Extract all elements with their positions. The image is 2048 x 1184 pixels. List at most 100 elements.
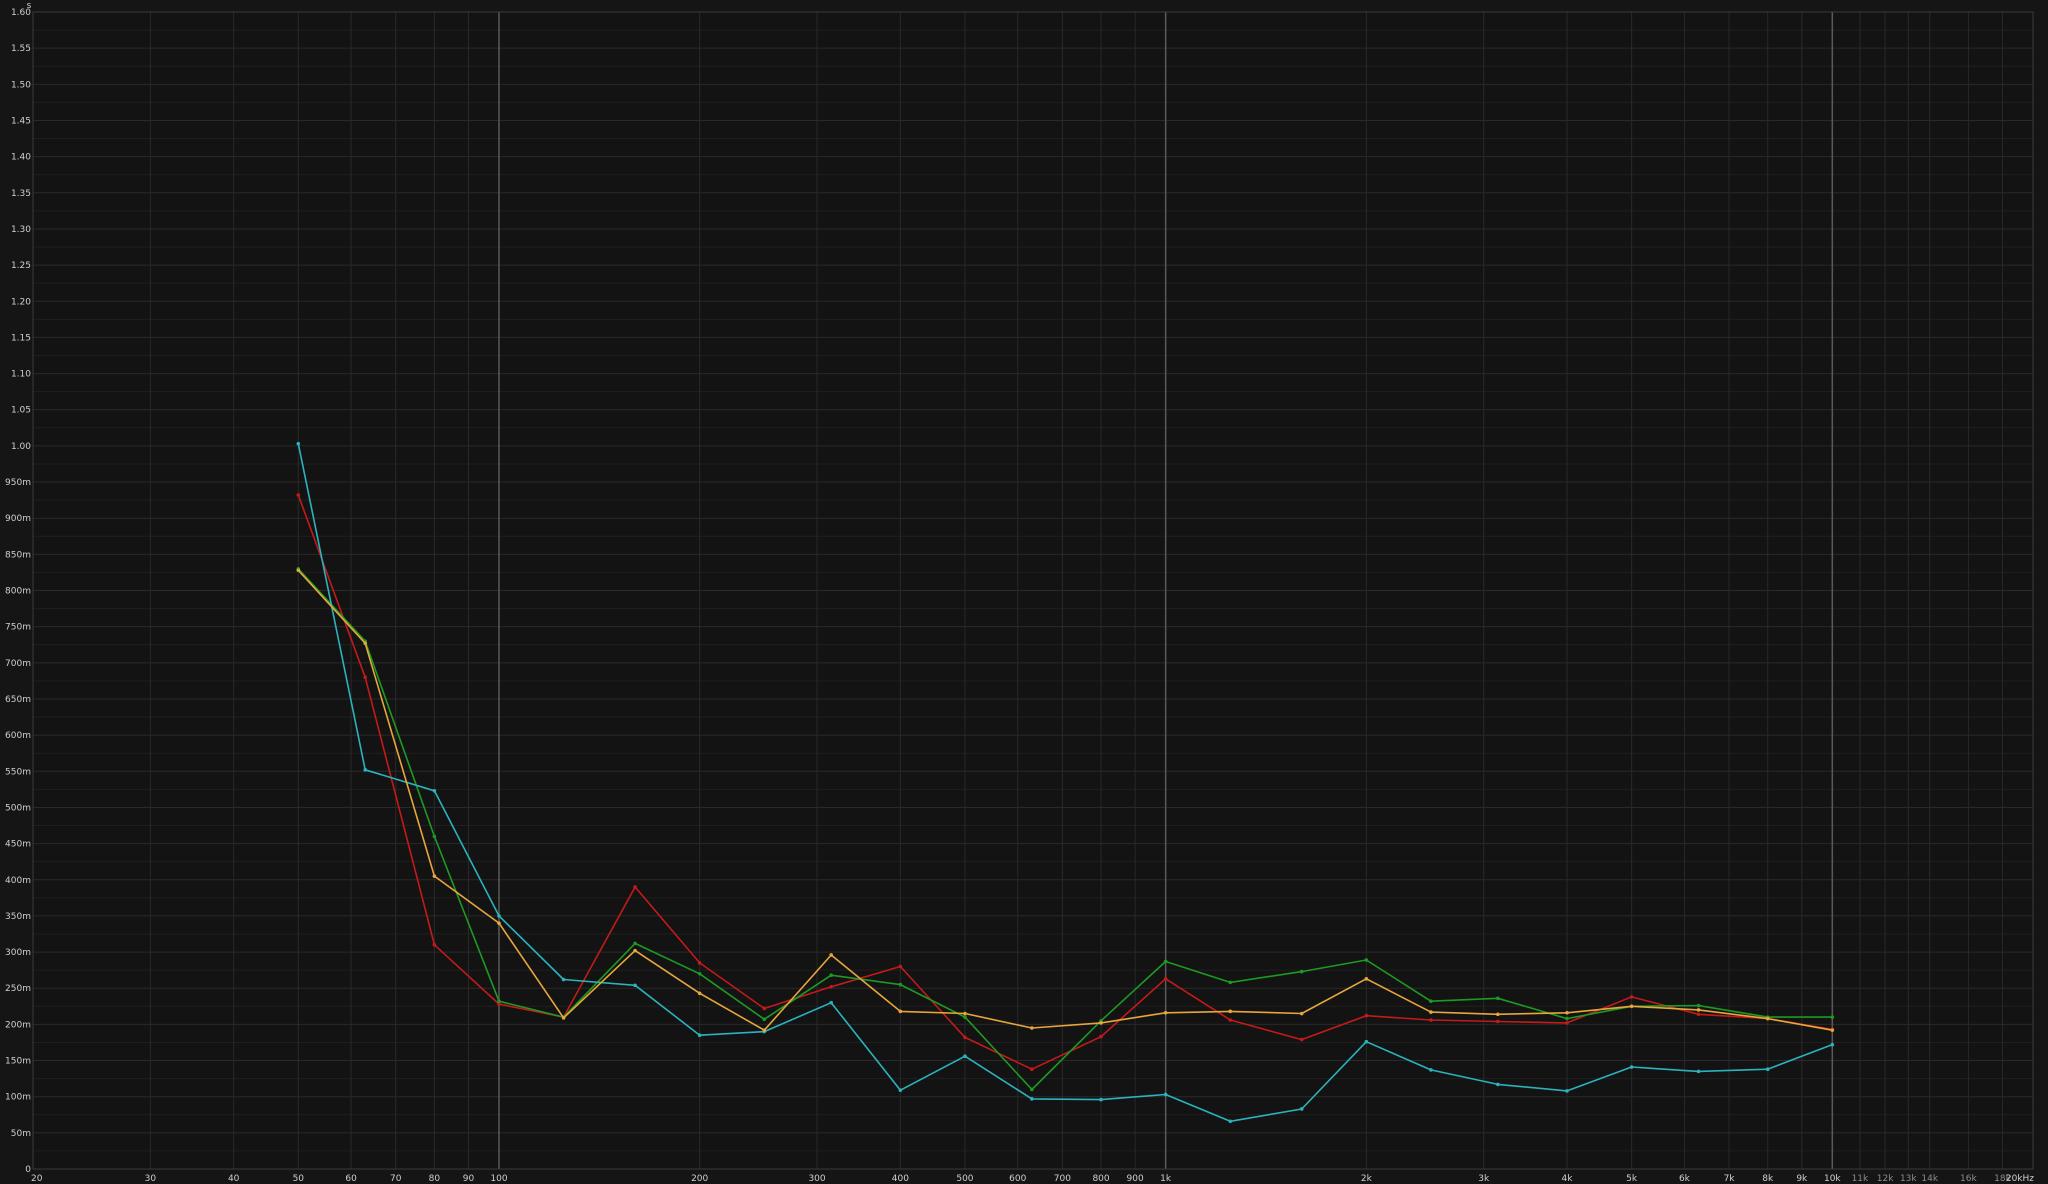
data-point-1 <box>1228 1018 1233 1022</box>
x-tick-label: 7k <box>1724 1174 1736 1184</box>
data-point-1 <box>697 961 702 965</box>
data-point-4 <box>432 874 437 878</box>
x-tick-label: 40 <box>228 1174 240 1184</box>
data-point-4 <box>296 568 301 573</box>
data-point-1 <box>296 493 301 497</box>
data-point-2 <box>898 982 903 987</box>
data-point-2 <box>1696 1003 1701 1008</box>
rt60-chart: 050m100m150m200m250m300m350m400m450m500m… <box>0 0 2048 1184</box>
data-point-3 <box>432 789 437 793</box>
y-tick-label: 450m <box>5 840 31 850</box>
data-point-4 <box>898 1009 903 1014</box>
data-point-2 <box>963 1015 967 1019</box>
x-tick-label: 60 <box>345 1174 357 1184</box>
data-point-1 <box>1696 1012 1701 1017</box>
data-point-4 <box>762 1028 767 1032</box>
data-point-4 <box>697 991 702 996</box>
data-point-1 <box>633 885 637 889</box>
x-tick-label: 100 <box>490 1174 507 1184</box>
data-point-3 <box>497 914 501 918</box>
x-tick-label: 700 <box>1054 1174 1071 1184</box>
data-point-3 <box>1696 1069 1701 1074</box>
data-point-1 <box>1030 1067 1034 1072</box>
y-tick-label: 1.30 <box>11 225 31 235</box>
data-point-3 <box>1629 1065 1634 1069</box>
y-tick-label: 550m <box>5 767 31 777</box>
data-point-3 <box>1099 1097 1103 1102</box>
x-tick-label: 70 <box>390 1174 402 1184</box>
data-point-3 <box>1496 1082 1500 1087</box>
data-point-2 <box>1830 1015 1835 1019</box>
x-tick-label: 9k <box>1796 1174 1808 1184</box>
data-point-3 <box>1364 1039 1369 1044</box>
x-tick-label: 5k <box>1626 1174 1638 1184</box>
data-point-2 <box>633 941 637 946</box>
y-tick-label: 1.25 <box>11 261 31 271</box>
data-point-2 <box>1565 1016 1569 1021</box>
data-point-3 <box>963 1054 967 1058</box>
y-tick-label: 150m <box>5 1057 31 1067</box>
data-point-4 <box>1565 1011 1569 1015</box>
data-point-4 <box>1830 1028 1835 1032</box>
data-point-1 <box>1496 1019 1500 1024</box>
y-tick-label: 1.40 <box>11 153 31 163</box>
data-point-2 <box>432 834 437 839</box>
y-unit-label: s <box>27 1 32 11</box>
data-point-4 <box>1429 1010 1433 1014</box>
x-tick-label: 16k <box>1960 1174 1977 1184</box>
data-point-1 <box>829 984 833 989</box>
data-point-4 <box>1696 1008 1701 1012</box>
y-tick-label: 1.10 <box>11 370 31 380</box>
data-point-1 <box>1364 1013 1369 1018</box>
x-tick-label: 4k <box>1562 1174 1574 1184</box>
data-point-1 <box>1629 995 1634 999</box>
x-tick-label: 600 <box>1009 1174 1026 1184</box>
data-point-1 <box>363 675 368 680</box>
x-tick-label: 14k <box>1921 1174 1938 1184</box>
y-tick-label: 1.15 <box>11 333 31 343</box>
data-point-3 <box>1163 1092 1168 1097</box>
data-point-2 <box>1163 959 1168 964</box>
data-point-1 <box>1163 977 1168 981</box>
data-point-3 <box>1565 1089 1569 1093</box>
y-tick-label: 1.55 <box>11 44 31 54</box>
data-point-2 <box>829 973 833 978</box>
y-tick-label: 100m <box>5 1093 31 1103</box>
data-point-4 <box>633 948 637 953</box>
y-tick-label: 1.45 <box>11 116 31 126</box>
y-tick-label: 1.35 <box>11 189 31 199</box>
y-tick-label: 850m <box>5 550 31 560</box>
x-tick-label: 20kHz <box>2006 1174 2034 1184</box>
y-tick-label: 300m <box>5 948 31 958</box>
y-tick-label: 650m <box>5 695 31 705</box>
data-point-3 <box>1429 1068 1433 1072</box>
y-tick-label: 700m <box>5 659 31 669</box>
data-point-1 <box>1099 1034 1103 1039</box>
x-tick-label: 2k <box>1361 1174 1373 1184</box>
x-tick-label: 900 <box>1127 1174 1144 1184</box>
x-tick-label: 200 <box>691 1174 708 1184</box>
y-tick-label: 1.00 <box>11 442 31 452</box>
data-point-2 <box>1299 969 1304 974</box>
x-tick-label: 800 <box>1092 1174 1109 1184</box>
x-tick-label: 400 <box>892 1174 909 1184</box>
y-tick-label: 950m <box>5 478 31 488</box>
y-tick-label: 50m <box>11 1129 31 1139</box>
data-point-3 <box>1765 1067 1770 1072</box>
x-tick-label: 1k <box>1160 1174 1172 1184</box>
y-tick-label: 750m <box>5 623 31 633</box>
x-tick-label: 30 <box>145 1174 157 1184</box>
data-point-2 <box>1030 1087 1034 1092</box>
x-tick-label: 3k <box>1478 1174 1490 1184</box>
y-tick-label: 400m <box>5 876 31 886</box>
data-point-4 <box>363 641 368 646</box>
data-point-3 <box>898 1088 903 1092</box>
y-tick-label: 600m <box>5 731 31 741</box>
x-tick-label: 12k <box>1877 1174 1894 1184</box>
y-tick-label: 500m <box>5 803 31 813</box>
data-point-2 <box>1364 958 1369 962</box>
data-point-4 <box>1765 1016 1770 1021</box>
x-tick-label: 90 <box>463 1174 475 1184</box>
x-tick-label: 6k <box>1679 1174 1691 1184</box>
data-point-4 <box>1629 1004 1634 1009</box>
